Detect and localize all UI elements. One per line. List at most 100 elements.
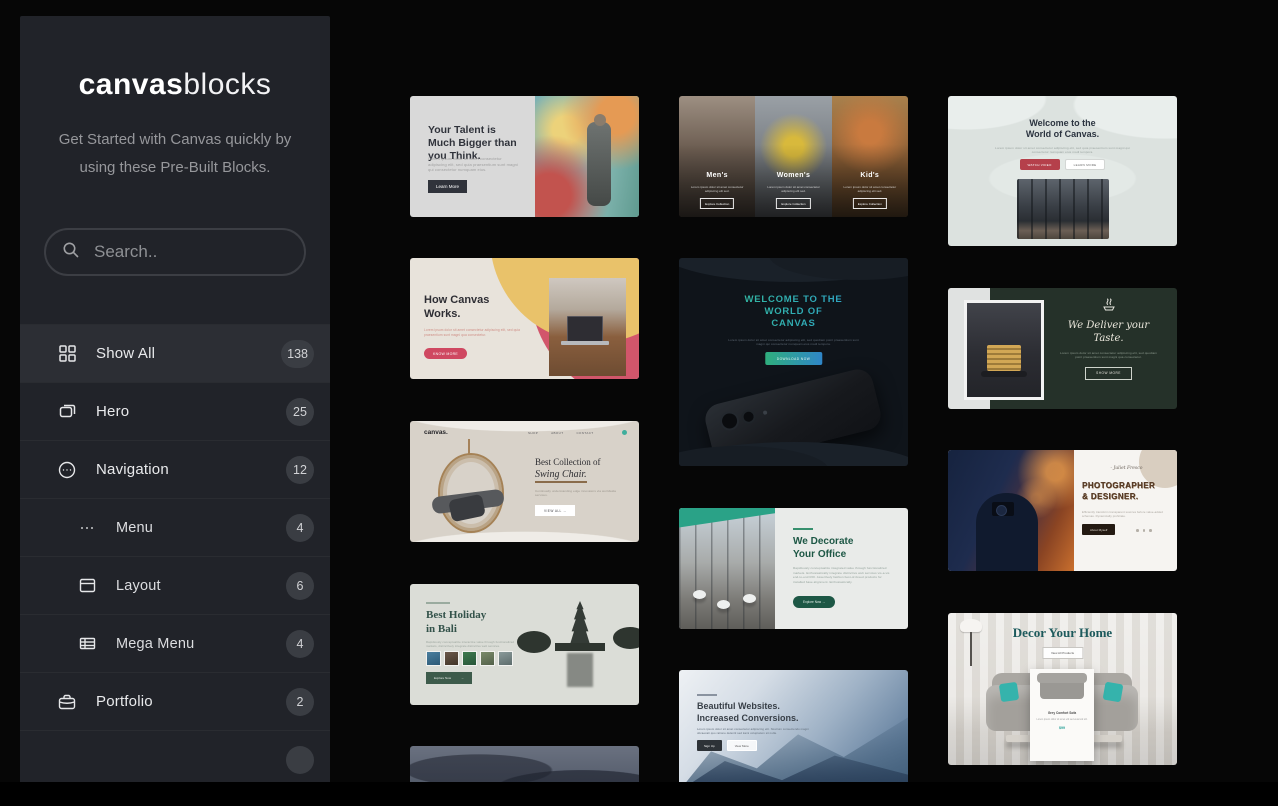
arrow-icon: →	[461, 676, 464, 680]
sidebar-item-menu[interactable]: Menu 4	[20, 498, 330, 556]
canvas-blocks-window: canvasblocks Get Started with Canvas qui…	[0, 0, 1278, 806]
block-card-talent-hero[interactable]: Your Talent is Much Bigger than you Thin…	[410, 96, 639, 217]
dish-icon	[1048, 298, 1169, 317]
block-card-bali-holiday[interactable]: Best Holiday in Bali Rapidiously concept…	[410, 584, 639, 705]
sidebar-item-mega-menu[interactable]: Mega Menu 4	[20, 614, 330, 672]
photographer-photo	[948, 450, 1074, 571]
block-card-decorate-office[interactable]: We Decorate Your Office Rapidiously conc…	[679, 508, 908, 629]
product-sofa-image	[1040, 679, 1084, 699]
card-title: Beautiful Websites. Increased Conversion…	[697, 701, 799, 724]
sidebar-item-layout[interactable]: Layout 6	[20, 556, 330, 614]
layout-icon	[76, 576, 98, 595]
teal-pillow	[999, 682, 1019, 702]
count-badge: 4	[286, 514, 314, 542]
block-card-stormy-partial[interactable]	[410, 746, 639, 782]
show-more-button: SHOW MORE	[1085, 367, 1132, 380]
cart-icon	[622, 430, 627, 435]
sidebar-item-portfolio[interactable]: Portfolio 2	[20, 672, 330, 730]
kicker-line	[697, 694, 717, 696]
camera-lens	[996, 505, 1007, 516]
temple-base	[555, 643, 605, 651]
watch-video-button: WATCH VIDEO	[1020, 159, 1060, 170]
sidebar-item-label: Layout	[116, 578, 286, 594]
card-caption: Lorem ipsum dolor sit amet consectetur a…	[1058, 351, 1159, 360]
block-card-decor-home[interactable]: Decor Your Home View All Products Grey C…	[948, 613, 1177, 765]
mini-nav-link: CONTACT	[576, 431, 593, 435]
card-title: We Decorate Your Office	[793, 536, 853, 561]
title-line: WELCOME TO THE	[679, 294, 908, 306]
chair-shape	[717, 600, 730, 609]
learn-more-button: Learn More	[428, 180, 467, 193]
sidebar: canvasblocks Get Started with Canvas qui…	[20, 16, 330, 782]
block-card-beautiful-websites[interactable]: Beautiful Websites. Increased Conversion…	[679, 670, 908, 782]
count-badge: 138	[281, 340, 314, 368]
viewport-clip: canvasblocks Get Started with Canvas qui…	[0, 0, 1278, 782]
card-title: WELCOME TO THE WORLD OF CANVAS	[679, 294, 908, 330]
hero-icon	[56, 402, 78, 421]
person-silhouette	[587, 122, 611, 206]
gallery-thumbnails	[426, 651, 513, 666]
search-icon	[62, 241, 80, 264]
phone-camera	[740, 408, 757, 425]
product-caption: Lorem ipsum dolor sit amet elit sed eius…	[1036, 718, 1088, 721]
pancakes-photo	[964, 300, 1044, 400]
explore-collection-button: Explore Collection	[700, 198, 734, 209]
kicker-line	[793, 528, 813, 530]
count-badge: 12	[286, 456, 314, 484]
teal-pillow	[1103, 682, 1124, 703]
office-interior-photo	[679, 508, 775, 629]
title-line: Welcome to the	[948, 118, 1177, 129]
sidebar-item-label: Menu	[116, 520, 286, 536]
sidebar-item-hero[interactable]: Hero 25	[20, 382, 330, 440]
search-box[interactable]	[44, 228, 306, 276]
card-title-italic: Swing Chair.	[535, 469, 587, 483]
explore-now-button: Explore Now →	[793, 596, 835, 608]
count-badge: 4	[286, 630, 314, 658]
title-line: Increased Conversions.	[697, 713, 799, 725]
temple-pagoda-shape	[565, 601, 595, 647]
sidebar-item-show-all[interactable]: Show All 138	[20, 324, 330, 382]
kicker-line	[426, 602, 450, 604]
count-badge: 2	[286, 688, 314, 716]
button-row: WATCH VIDEO LEARN MORE	[948, 159, 1177, 170]
block-card-swing-chair[interactable]: canvas. SHOP ABOUT CONTACT Best Collecti…	[410, 421, 639, 542]
block-card-how-canvas-works[interactable]: How Canvas Works. Lorem ipsum dolor sit …	[410, 258, 639, 379]
laptop-screen	[567, 316, 603, 342]
office-photo	[1017, 179, 1109, 239]
know-more-button: KNOW MORE	[424, 348, 467, 359]
card-title: Welcome to the World of Canvas.	[948, 118, 1177, 140]
plate	[981, 371, 1027, 377]
sidebar-tagline: Get Started with Canvas quickly by using…	[49, 126, 301, 182]
sidebar-item-label: Hero	[96, 403, 286, 420]
app-logo: canvasblocks	[20, 68, 330, 102]
about-myself-button: About Myself	[1082, 524, 1115, 535]
block-card-welcome-dark[interactable]: WELCOME TO THE WORLD OF CANVAS Lorem ips…	[679, 258, 908, 466]
search-input[interactable]	[92, 241, 317, 263]
panel-caption: Lorem ipsum dolor sit amet consectetur a…	[686, 185, 748, 193]
title-line: Taste.	[1048, 332, 1169, 345]
sign-up-button: Sign Up	[697, 740, 722, 751]
block-card-collections[interactable]: Men's Lorem ipsum dolor sit amet consect…	[679, 96, 908, 217]
title-line: & DESIGNER.	[1082, 491, 1155, 502]
card-caption: Lorem ipsum dolor sit amet consectetur a…	[424, 328, 528, 337]
title-line: in Bali	[426, 623, 486, 637]
block-card-photographer[interactable]: - Juliet Fresco PHOTOGRAPHER & DESIGNER.…	[948, 450, 1177, 571]
sidebar-item-navigation[interactable]: Navigation 12	[20, 440, 330, 498]
chair-shape	[743, 594, 756, 603]
card-caption: Lorem ipsum dolor sit amet consectetur a…	[988, 146, 1137, 155]
phone-camera	[718, 409, 741, 432]
kids-panel: Kid's Lorem ipsum dolor sit amet consect…	[832, 96, 908, 217]
sidebar-item-partial[interactable]	[20, 730, 330, 782]
button-row: Sign Up View More	[697, 740, 757, 751]
card-title: How Canvas Works.	[424, 294, 514, 321]
title-line: Beautiful Websites.	[697, 701, 799, 713]
logo-light: blocks	[183, 68, 271, 101]
block-card-deliver-taste[interactable]: We Deliver your Taste. Lorem ipsum dolor…	[948, 288, 1177, 409]
title-line: We Deliver your	[1048, 319, 1169, 332]
card-caption: Lorem ipsum dolor sit amet consectetur a…	[697, 727, 817, 735]
block-card-welcome-light[interactable]: Welcome to the World of Canvas. Lorem ip…	[948, 96, 1177, 246]
explore-now-button: Explore Now →	[426, 672, 472, 684]
mini-nav-link: ABOUT	[551, 431, 563, 435]
signature-text: - Juliet Fresco	[1084, 466, 1169, 471]
social-icons	[1136, 529, 1152, 532]
